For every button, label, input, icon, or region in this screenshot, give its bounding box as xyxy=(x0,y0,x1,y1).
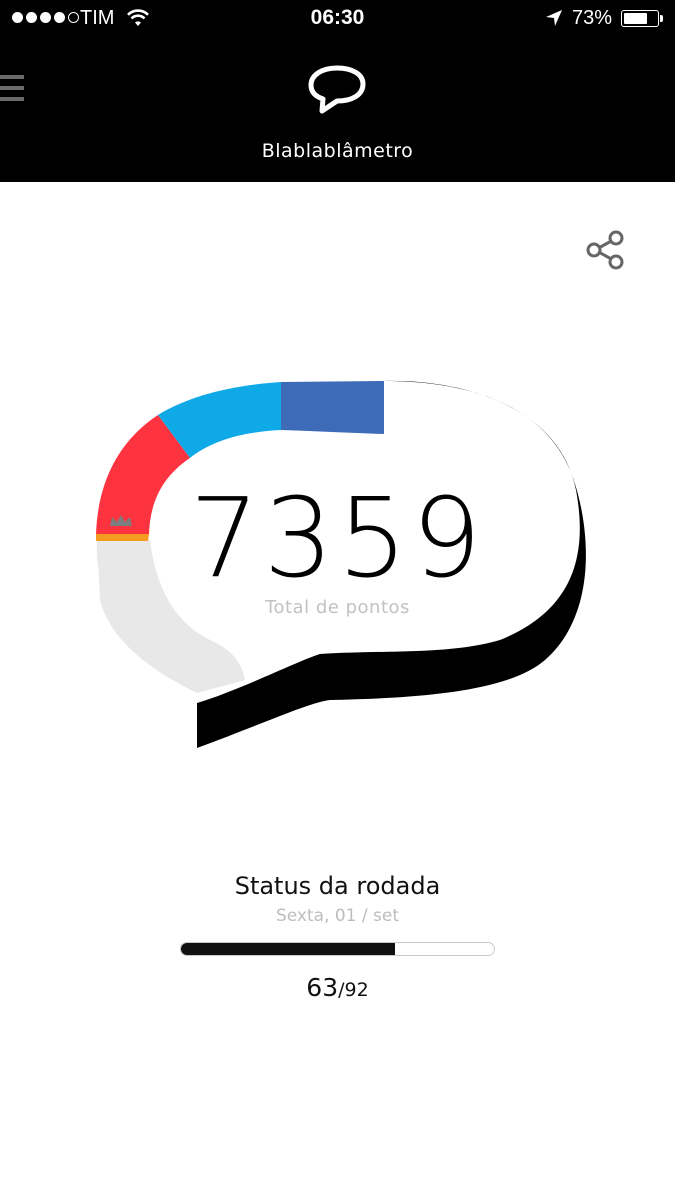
round-progress-text: 63/92 xyxy=(0,973,675,1002)
speech-bubble-icon xyxy=(307,64,367,120)
battery-percentage: 73% xyxy=(572,7,613,29)
round-date: Sexta, 01 / set xyxy=(275,906,400,926)
round-progress-fill xyxy=(181,943,396,955)
total-points-label: Total de pontos xyxy=(265,597,410,618)
round-progress-current: 63 xyxy=(306,973,339,1002)
app-title: Blablablâmetro xyxy=(261,140,414,162)
round-status-title: Status da rodada xyxy=(234,872,441,900)
location-arrow-icon xyxy=(545,9,563,33)
status-bar: TIM 06:30 73% xyxy=(0,0,675,38)
round-progress-total: /92 xyxy=(338,979,369,1001)
battery-icon xyxy=(621,10,663,27)
share-icon[interactable] xyxy=(584,229,626,275)
total-points: 7359 xyxy=(189,474,486,602)
menu-icon[interactable] xyxy=(0,75,24,108)
gauge-segment-blue xyxy=(281,381,384,434)
round-progress-bar xyxy=(180,942,495,956)
top-bar: TIM 06:30 73% Blablablâmetro xyxy=(0,0,675,182)
